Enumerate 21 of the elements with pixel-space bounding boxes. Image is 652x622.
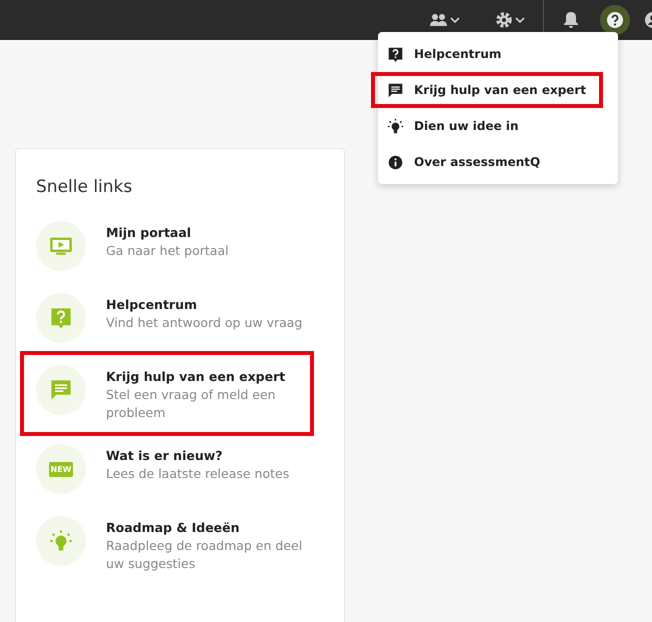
menu-item[interactable]: Helpcentrum xyxy=(378,36,618,72)
link-description: Ga naar het portaal xyxy=(106,242,230,260)
link-title: Roadmap & Ideeën xyxy=(106,519,241,537)
link-title: Wat is er nieuw? xyxy=(106,447,224,465)
quick-link[interactable]: Helpcentrum Vind het antwoord op uw vraag xyxy=(36,287,306,349)
new-badge: NEW xyxy=(48,462,74,476)
quick-link[interactable]: Krijg hulp van een expert Stel een vraag of meld een probleem xyxy=(28,359,306,428)
link-description: Vind het antwoord op uw vraag xyxy=(106,314,304,332)
card-title: Snelle links xyxy=(36,177,134,197)
link-description: Raadpleeg de roadmap en deel uw suggesties xyxy=(106,537,304,573)
menu-item[interactable]: Dien uw idee in xyxy=(378,108,618,144)
link-title: Krijg hulp van een expert xyxy=(106,368,286,386)
link-description: Stel een vraag of meld een probleem xyxy=(106,386,277,422)
quick-link[interactable]: Mijn portaal Ga naar het portaal xyxy=(36,215,306,277)
link-title: Helpcentrum xyxy=(106,296,198,314)
link-title: Mijn portaal xyxy=(106,224,192,242)
link-description: Lees de laatste release notes xyxy=(106,465,290,483)
quick-link[interactable]: Roadmap & Ideeën Raadpleeg de roadmap en deel uw suggesties xyxy=(36,510,306,579)
menu-item[interactable]: Over assessmentQ xyxy=(378,144,618,180)
menu-item[interactable]: Krijg hulp van een expert xyxy=(371,72,603,108)
quick-link[interactable]: NEW Wat is er nieuw? Lees de laatste release notes xyxy=(36,438,306,500)
